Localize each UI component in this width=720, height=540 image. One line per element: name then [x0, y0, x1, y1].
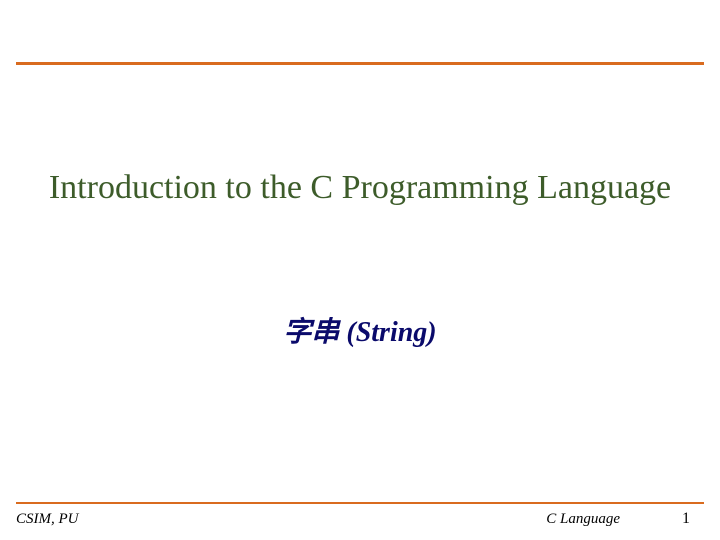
footer-left-text: CSIM, PU: [16, 511, 79, 528]
header-divider: [16, 62, 704, 65]
footer-divider: [16, 502, 704, 504]
page-number: 1: [682, 510, 690, 528]
footer-center-text: C Language: [546, 511, 620, 528]
slide-subtitle: 字串 (String): [0, 310, 720, 350]
slide-title: Introduction to the C Programming Langua…: [0, 168, 720, 209]
